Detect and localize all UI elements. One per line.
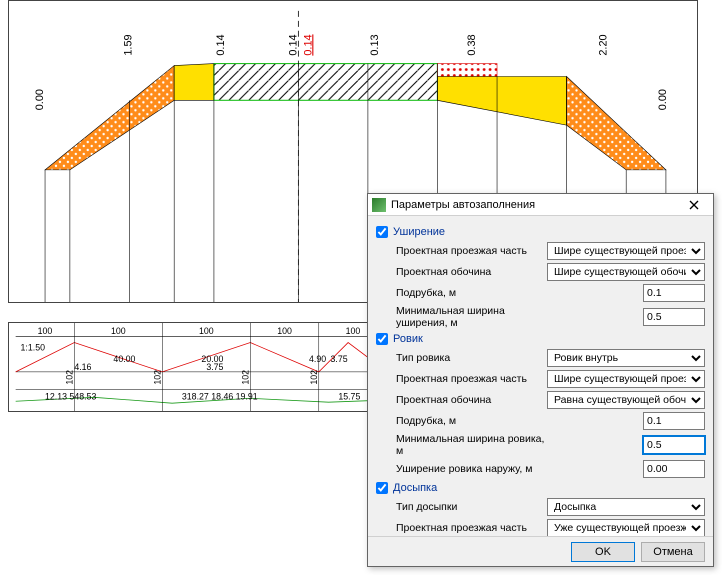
svg-text:102: 102 [64, 370, 74, 385]
dim-3: 0.14 [287, 34, 299, 55]
widening-shoulder-label: Проектная обочина [396, 266, 547, 278]
svg-text:12.13: 12.13 [45, 391, 67, 401]
trench-lane-select[interactable]: Шире существующей проезжей части [547, 370, 705, 388]
svg-text:40.00: 40.00 [113, 354, 135, 364]
svg-text:100: 100 [199, 326, 214, 336]
dim-4: 0.14 [302, 34, 314, 55]
button-bar: OK Отмена [368, 536, 713, 566]
svg-text:19.91: 19.91 [236, 391, 258, 401]
svg-text:102: 102 [240, 370, 250, 385]
svg-text:100: 100 [346, 326, 361, 336]
svg-text:102: 102 [152, 370, 162, 385]
trench-cut-label: Подрубка, м [396, 415, 547, 427]
widening-checkbox[interactable] [376, 226, 388, 238]
trench-cut-input[interactable] [643, 412, 705, 430]
svg-text:548.53: 548.53 [69, 391, 96, 401]
widening-lane-label: Проектная проезжая часть [396, 245, 547, 257]
svg-text:3.75: 3.75 [206, 362, 223, 372]
trench-lane-label: Проектная проезжая часть [396, 373, 547, 385]
fill-lane-label: Проектная проезжая часть [396, 522, 547, 534]
dim-1: 1.59 [122, 34, 134, 55]
section-fill-header[interactable]: Досыпка [376, 482, 705, 494]
trench-outw-label: Уширение ровика наружу, м [396, 463, 547, 475]
widening-label: Уширение [393, 226, 445, 238]
svg-text:100: 100 [38, 326, 53, 336]
zero-right: 0.00 [657, 89, 669, 110]
trench-shoulder-label: Проектная обочина [396, 394, 547, 406]
section-widening-header[interactable]: Уширение [376, 226, 705, 238]
titlebar[interactable]: Параметры автозаполнения [368, 194, 713, 216]
dim-2: 0.14 [215, 34, 227, 55]
close-button[interactable] [679, 195, 709, 215]
app-icon [372, 198, 386, 212]
trench-type-select[interactable]: Ровик внутрь [547, 349, 705, 367]
fill-type-select[interactable]: Досыпка [547, 498, 705, 516]
svg-text:1:1.50: 1:1.50 [21, 342, 46, 352]
widening-shoulder-select[interactable]: Шире существующей обочины [547, 263, 705, 281]
fill-lane-select[interactable]: Уже существующей проезжей части [547, 519, 705, 536]
widening-lane-select[interactable]: Шире существующей проезжей части [547, 242, 705, 260]
svg-text:100: 100 [111, 326, 126, 336]
trench-minw-input[interactable] [643, 436, 705, 454]
dim-7: 2.20 [597, 34, 609, 55]
trench-shoulder-select[interactable]: Равна существующей обочине [547, 391, 705, 409]
trench-minw-label: Минимальная ширина ровика, м [396, 433, 547, 457]
workspace: 0.00 1.59 0.14 0.14 0.14 0.13 0.38 2.20 … [0, 0, 722, 575]
widening-minw-label: Минимальная ширина уширения, м [396, 305, 547, 329]
trench-outw-input[interactable] [643, 460, 705, 478]
autofill-params-dialog: Параметры автозаполнения Уширение Проект… [367, 193, 714, 567]
trench-type-label: Тип ровика [396, 352, 547, 364]
trench-checkbox[interactable] [376, 333, 388, 345]
cancel-button[interactable]: Отмена [641, 542, 705, 562]
svg-text:318.27: 318.27 [182, 391, 209, 401]
svg-text:102: 102 [309, 370, 319, 385]
dialog-body: Уширение Проектная проезжая часть Шире с… [368, 216, 713, 536]
svg-text:3.75: 3.75 [331, 354, 348, 364]
dim-5: 0.13 [369, 34, 381, 55]
fill-type-label: Тип досыпки [396, 501, 547, 513]
fill-label: Досыпка [393, 482, 437, 494]
dim-6: 0.38 [466, 34, 478, 55]
svg-text:4.16: 4.16 [74, 362, 91, 372]
trench-label: Ровик [393, 333, 423, 345]
close-icon [689, 200, 699, 210]
section-trench-header[interactable]: Ровик [376, 333, 705, 345]
svg-text:100: 100 [277, 326, 292, 336]
widening-cut-input[interactable] [643, 284, 705, 302]
svg-text:18.46: 18.46 [211, 391, 233, 401]
zero-left: 0.00 [34, 89, 46, 110]
fill-checkbox[interactable] [376, 482, 388, 494]
ok-button[interactable]: OK [571, 542, 635, 562]
dialog-title: Параметры автозаполнения [391, 199, 679, 211]
svg-text:15.75: 15.75 [338, 391, 360, 401]
widening-cut-label: Подрубка, м [396, 287, 547, 299]
svg-text:4.90: 4.90 [309, 354, 326, 364]
widening-minw-input[interactable] [643, 308, 705, 326]
